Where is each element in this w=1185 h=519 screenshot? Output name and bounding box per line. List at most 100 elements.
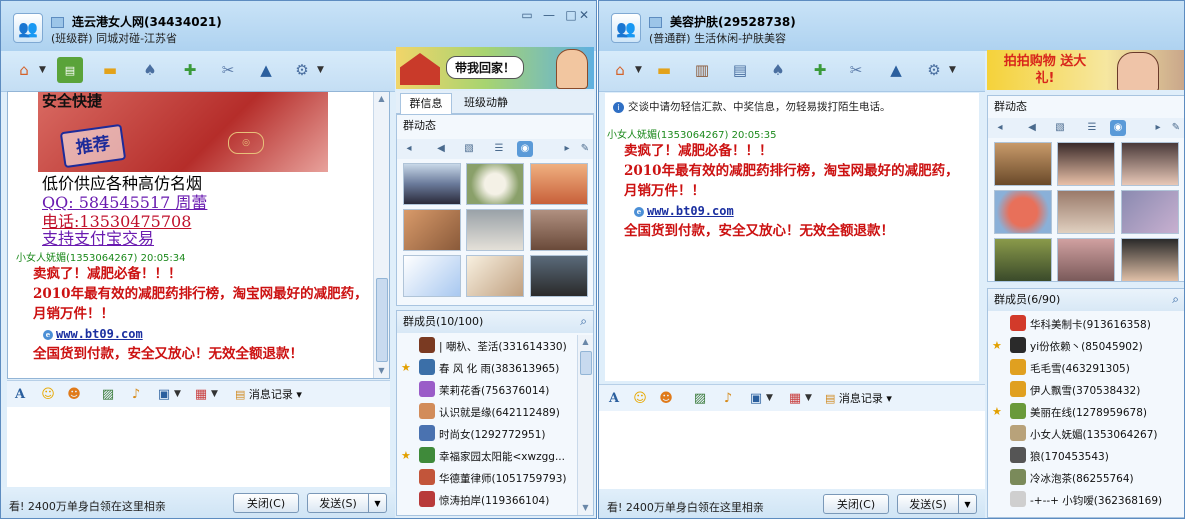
send-button[interactable]: 发送(S) (897, 494, 959, 514)
bottom-ad-link[interactable]: 看! 2400万单身白领在这里相亲 (607, 499, 764, 515)
chat-scrollbar[interactable]: ▲ ▼ (373, 92, 389, 378)
thumbnail[interactable] (1057, 142, 1115, 186)
member-list-item[interactable]: 毛毛雪(463291305) (988, 357, 1169, 379)
member-avatar[interactable] (419, 425, 435, 441)
photo-icon[interactable]: ▧ (1052, 120, 1068, 136)
member-avatar[interactable] (1010, 381, 1026, 397)
member-list-item[interactable]: 惊涛拍岸(119366104) (397, 489, 577, 511)
more-tools-icon[interactable]: ▦ (786, 389, 804, 407)
thumbnail[interactable] (403, 255, 461, 297)
photo-icon[interactable]: ▧ (461, 141, 477, 157)
group-avatar-icon[interactable]: 👥 (611, 13, 641, 43)
thumbnail[interactable] (994, 190, 1052, 234)
tools-icon[interactable]: ✂ (843, 57, 869, 83)
bookshelf-icon[interactable]: ▥ (689, 57, 715, 83)
font-icon[interactable]: A (605, 389, 623, 407)
thumbnail[interactable] (466, 255, 524, 297)
tab-class-activity[interactable]: 班级动静 (454, 93, 518, 113)
screenshot-icon[interactable]: ▣ (747, 389, 765, 407)
scrollbar-thumb[interactable] (580, 351, 592, 375)
restore-icon[interactable]: ▭ (517, 7, 537, 23)
member-list-item[interactable]: 冷冰泡茶(86255764) (988, 467, 1169, 489)
chevron-right-icon[interactable]: ▸ (559, 141, 575, 157)
album-view-icon[interactable]: ◉ (1110, 120, 1126, 136)
chat-history[interactable]: i 交谈中请勿轻信汇款、中奖信息，勿轻易拨打陌生电话。 小女人妩媚(1353064… (605, 93, 979, 381)
message-input[interactable] (7, 407, 390, 487)
group-card-icon[interactable]: ♠ (137, 57, 163, 83)
member-avatar[interactable] (419, 337, 435, 353)
member-list-item[interactable]: 认识就是缘(642112489) (397, 401, 577, 423)
chevron-down-icon[interactable]: ▼ (949, 65, 956, 75)
member-avatar[interactable] (1010, 491, 1026, 507)
chevron-left-icon[interactable]: ◂ (401, 141, 417, 157)
search-icon[interactable]: ⌕ (1172, 292, 1179, 307)
thumbnail[interactable] (994, 142, 1052, 186)
chat-history[interactable]: 安全快捷 推荐 ◎ 低价供应各种高仿名烟 QQ: 584545517 周蕾 电话… (7, 91, 390, 379)
send-button[interactable]: 发送(S) (307, 493, 369, 513)
speaker-icon[interactable]: ◀ (433, 141, 449, 157)
member-avatar[interactable] (1010, 337, 1026, 353)
scrollbar-thumb[interactable] (376, 278, 388, 362)
sound-icon[interactable]: ♪ (127, 385, 145, 403)
list-icon[interactable]: ☰ (491, 141, 507, 157)
member-avatar[interactable] (1010, 469, 1026, 485)
emoticon-icon[interactable]: ☺ (631, 389, 649, 407)
chevron-down-icon[interactable]: ▼ (211, 389, 218, 399)
thumbnail[interactable] (466, 163, 524, 205)
chevron-left-icon[interactable]: ◂ (992, 120, 1008, 136)
font-icon[interactable]: A (11, 385, 29, 403)
member-list-item[interactable]: 华德董律师(1051759793) (397, 467, 577, 489)
photo-album-icon[interactable]: ▤ (57, 57, 83, 83)
screenshot-icon[interactable]: ▣ (155, 385, 173, 403)
member-list-item[interactable]: 茉莉花香(756376014) (397, 379, 577, 401)
home-icon[interactable]: ⌂ (607, 57, 633, 83)
send-options-dropdown[interactable]: ▼ (369, 493, 387, 513)
graduation-cap-icon[interactable]: ▲ (253, 57, 279, 83)
search-icon[interactable]: ⌕ (580, 314, 587, 329)
settings-icon[interactable]: ⚙ (289, 57, 315, 83)
close-icon[interactable]: ✕ (574, 7, 594, 23)
image-icon[interactable]: ▨ (691, 389, 709, 407)
message-history-button[interactable]: ▤ 消息记录 ▾ (235, 386, 302, 402)
message-url[interactable]: www.bt09.com (647, 204, 734, 218)
thumbnail[interactable] (403, 163, 461, 205)
member-list-item[interactable]: ★ 美丽在线(1278959678) (988, 401, 1169, 423)
thumbnail[interactable] (1057, 190, 1115, 234)
tab-group-info[interactable]: 群信息 (400, 93, 452, 114)
chevron-down-icon[interactable]: ▼ (766, 393, 773, 403)
speaker-icon[interactable]: ◀ (1024, 120, 1040, 136)
thumbnail[interactable] (466, 209, 524, 251)
bottom-ad-link[interactable]: 看! 2400万单身白领在这里相亲 (9, 498, 166, 514)
member-avatar[interactable] (419, 403, 435, 419)
add-app-icon[interactable]: ✚ (807, 57, 833, 83)
image-icon[interactable]: ▨ (99, 385, 117, 403)
message-history-button[interactable]: ▤ 消息记录 ▾ (825, 390, 892, 406)
scroll-down-icon[interactable]: ▼ (374, 364, 389, 378)
send-options-dropdown[interactable]: ▼ (959, 494, 977, 514)
member-list-item[interactable]: 伊人飘雪(370538432) (988, 379, 1169, 401)
member-list-item[interactable]: ★ 幸福家园太阳能<xwzgg... (397, 445, 577, 467)
thumbnail[interactable] (1121, 238, 1179, 281)
thumbnail[interactable] (1121, 142, 1179, 186)
magic-face-icon[interactable]: ☻ (65, 385, 83, 403)
thumbnail[interactable] (1057, 238, 1115, 281)
scroll-up-icon[interactable]: ▲ (374, 92, 389, 106)
list-icon[interactable]: ☰ (1084, 120, 1100, 136)
home-icon[interactable]: ⌂ (11, 57, 37, 83)
close-button[interactable]: 关闭(C) (823, 494, 889, 514)
scroll-down-icon[interactable]: ▼ (578, 501, 593, 515)
message-input[interactable] (599, 411, 985, 489)
wrench-icon[interactable]: ✎ (1168, 120, 1184, 136)
thumbnail[interactable] (530, 255, 588, 297)
take-me-home-banner[interactable]: 带我回家！ (396, 47, 594, 89)
member-list-item[interactable]: | 嘲杁、荃活(331614330) (397, 335, 577, 357)
message-url[interactable]: www.bt09.com (56, 327, 143, 341)
album-view-icon[interactable]: ◉ (517, 141, 533, 157)
member-avatar[interactable] (419, 359, 435, 375)
member-avatar[interactable] (1010, 403, 1026, 419)
close-button[interactable]: 关闭(C) (233, 493, 299, 513)
member-avatar[interactable] (419, 381, 435, 397)
chevron-down-icon[interactable]: ▼ (174, 389, 181, 399)
sound-icon[interactable]: ♪ (719, 389, 737, 407)
member-scrollbar[interactable]: ▲ ▼ (577, 335, 593, 515)
